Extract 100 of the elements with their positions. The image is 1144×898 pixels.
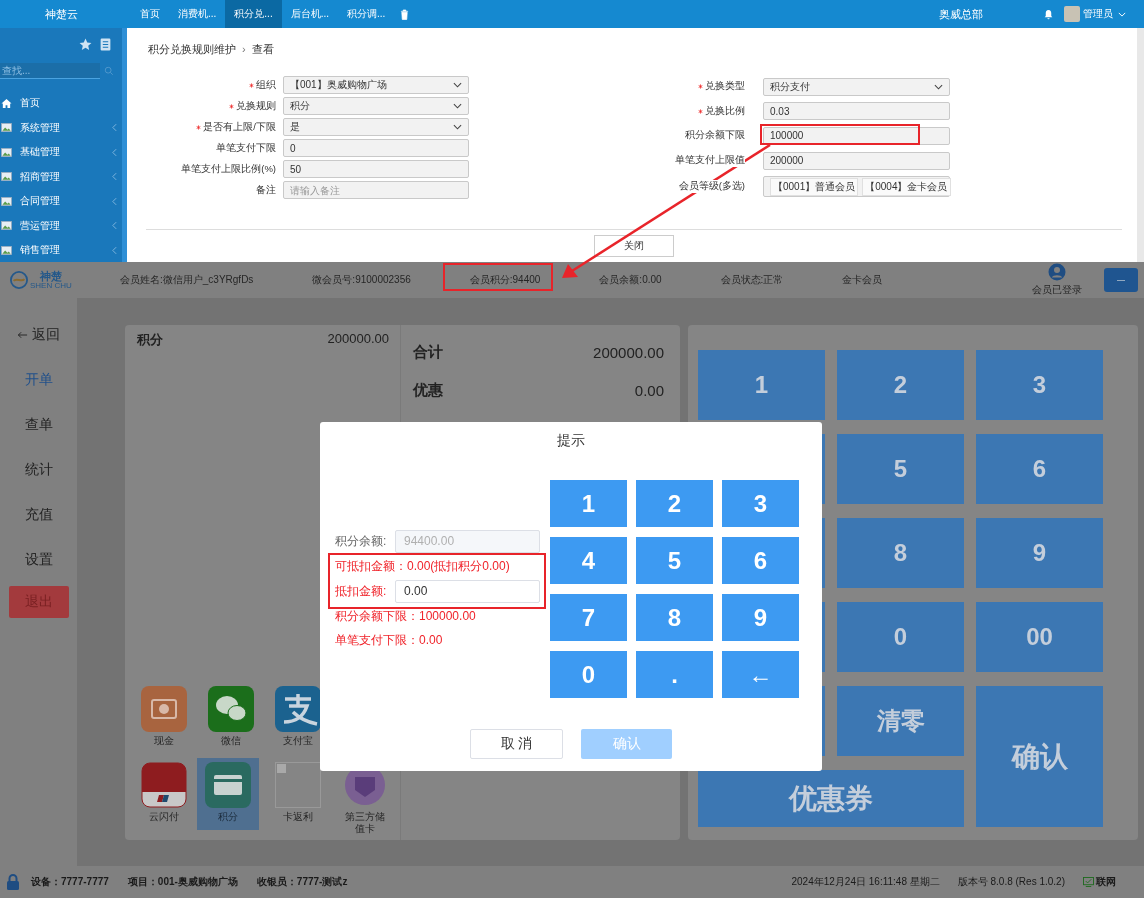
chat-bubbles-icon	[207, 686, 254, 732]
sidebar-item[interactable]: 营运管理	[0, 213, 122, 238]
payment-method[interactable]: 微信	[197, 682, 264, 754]
keypad-key[interactable]: 清零	[837, 686, 964, 756]
sidebar-item[interactable]: 基础管理	[0, 140, 122, 165]
lock-icon[interactable]	[6, 874, 20, 890]
bell-icon[interactable]	[1043, 8, 1054, 20]
keypad-key[interactable]: 9	[976, 518, 1103, 588]
keypad-key[interactable]: 优惠券	[698, 770, 964, 827]
scrollbar[interactable]	[1137, 28, 1144, 262]
chevron-down-icon	[453, 124, 462, 130]
search-field[interactable]: 查找...	[0, 63, 100, 79]
nav-tab[interactable]: 积分调...	[338, 0, 395, 28]
input-field[interactable]: 0.00	[395, 579, 540, 603]
chevron-left-icon	[112, 221, 117, 231]
trash-icon[interactable]	[400, 8, 410, 20]
minimize-button[interactable]	[1104, 268, 1138, 292]
select-field[interactable]: 积分	[283, 97, 469, 115]
nav-item[interactable]: 统计	[24, 447, 53, 492]
breadcrumb-separator: ›	[242, 43, 246, 55]
payment-method[interactable]: 云闪付	[130, 758, 197, 830]
item-name: 积分	[137, 331, 163, 349]
payment-logo-icon	[274, 686, 321, 732]
payment-method[interactable]: 支付宝	[264, 682, 331, 754]
payment-method[interactable]: 积分	[197, 758, 259, 830]
member-info: 会员余额:0.00	[599, 273, 662, 287]
nav-item[interactable]: 充值	[24, 492, 53, 537]
sidebar-item[interactable]: 系统管理	[0, 115, 122, 140]
sidebar-item[interactable]: 招商管理	[0, 164, 122, 189]
nav-item[interactable]: 查单	[24, 402, 53, 447]
keypad-key[interactable]: 3	[976, 350, 1103, 420]
nav-item[interactable]: 返回	[17, 312, 60, 357]
input-field[interactable]: 请输入备注	[283, 181, 469, 199]
keypad-key[interactable]: 7	[550, 594, 627, 641]
keypad-key[interactable]: 8	[636, 594, 713, 641]
keypad-key[interactable]: 确认	[976, 686, 1103, 827]
keypad-key[interactable]: ←	[722, 651, 799, 698]
breadcrumb-link[interactable]: 积分兑换规则维护	[148, 41, 236, 57]
keypad-key[interactable]: 6	[722, 537, 799, 584]
document-icon[interactable]	[99, 38, 112, 51]
chevron-down-icon	[453, 103, 462, 109]
nav-tab[interactable]: 后台机...	[281, 0, 339, 28]
field-label: 单笔支付上限值	[674, 154, 745, 168]
image-icon	[1, 220, 12, 232]
search-icon[interactable]	[104, 66, 114, 76]
field-label: 抵扣金额:	[335, 582, 387, 600]
nav-tab[interactable]: 首页	[131, 0, 169, 28]
keypad-key[interactable]: 2	[837, 350, 964, 420]
keypad-key[interactable]: 9	[722, 594, 799, 641]
version-info: 版本号 8.0.8 (Res 1.0.2)	[957, 875, 1065, 889]
image-icon	[1, 122, 12, 134]
keypad-key[interactable]: 4	[550, 537, 627, 584]
payment-method[interactable]: 卡返利	[264, 758, 331, 830]
keypad-key[interactable]: 5	[837, 434, 964, 504]
organization-name: 奥威总部	[939, 6, 983, 22]
keypad-key[interactable]: 0	[837, 602, 964, 672]
deductible-amount: 可抵扣金额：0.00(抵扣积分0.00)	[335, 558, 511, 575]
sidebar-item[interactable]: 首页	[0, 91, 122, 116]
keypad-key[interactable]: 5	[636, 537, 713, 584]
keypad-key[interactable]: 1	[698, 350, 825, 420]
limit-note: 积分余额下限：100000.00	[335, 608, 477, 625]
tag-field[interactable]: 【0001】普通会员 【0004】金卡会员	[763, 176, 950, 198]
keypad-key[interactable]: .	[636, 651, 713, 698]
avatar[interactable]	[1064, 6, 1080, 22]
network-status: 联网	[1096, 875, 1116, 889]
device-info: 设备：7777-7777	[31, 875, 109, 889]
nav-tab[interactable]: 积分兑...	[225, 0, 282, 28]
keypad-key[interactable]: 3	[722, 480, 799, 527]
nav-tab[interactable]: 消费机...	[169, 0, 226, 28]
keypad-key[interactable]: 6	[976, 434, 1103, 504]
select-field[interactable]: 积分支付	[763, 77, 950, 96]
input-field[interactable]: 0.03	[763, 102, 950, 121]
input-field[interactable]: 50	[283, 160, 469, 178]
image-icon	[1, 244, 12, 256]
select-field[interactable]: 是	[283, 118, 469, 136]
close-button[interactable]: 关闭	[594, 235, 674, 257]
keypad-key[interactable]: 1	[550, 480, 627, 527]
payment-method[interactable]: 现金	[130, 682, 197, 754]
caret-icon[interactable]	[1118, 11, 1126, 17]
user-name[interactable]: 管理员	[1083, 7, 1113, 21]
payment-logo-icon	[140, 762, 187, 808]
sidebar-item[interactable]: 销售管理	[0, 238, 122, 262]
star-icon[interactable]	[79, 38, 92, 51]
member-info: 会员积分:94400	[469, 273, 541, 287]
keypad-key[interactable]: 8	[837, 518, 964, 588]
keypad-key[interactable]: 00	[976, 602, 1103, 672]
nav-item[interactable]: 设置	[24, 537, 53, 582]
person-icon[interactable]	[1048, 263, 1066, 281]
limit-note: 单笔支付下限：0.00	[335, 632, 444, 649]
cancel-button[interactable]: 取 消	[470, 729, 563, 759]
input-field[interactable]: 200000	[763, 151, 950, 170]
nav-item[interactable]: 开单	[24, 357, 53, 402]
input-field[interactable]: 0	[283, 139, 469, 157]
select-field[interactable]: 【001】奥威购物广场	[283, 76, 469, 94]
keypad-key[interactable]: 0	[550, 651, 627, 698]
sidebar-item[interactable]: 合同管理	[0, 189, 122, 214]
input-field[interactable]: 100000	[763, 127, 950, 145]
keypad-key[interactable]: 2	[636, 480, 713, 527]
logo-icon	[10, 271, 28, 289]
tag: 【0004】金卡会员	[862, 177, 951, 196]
